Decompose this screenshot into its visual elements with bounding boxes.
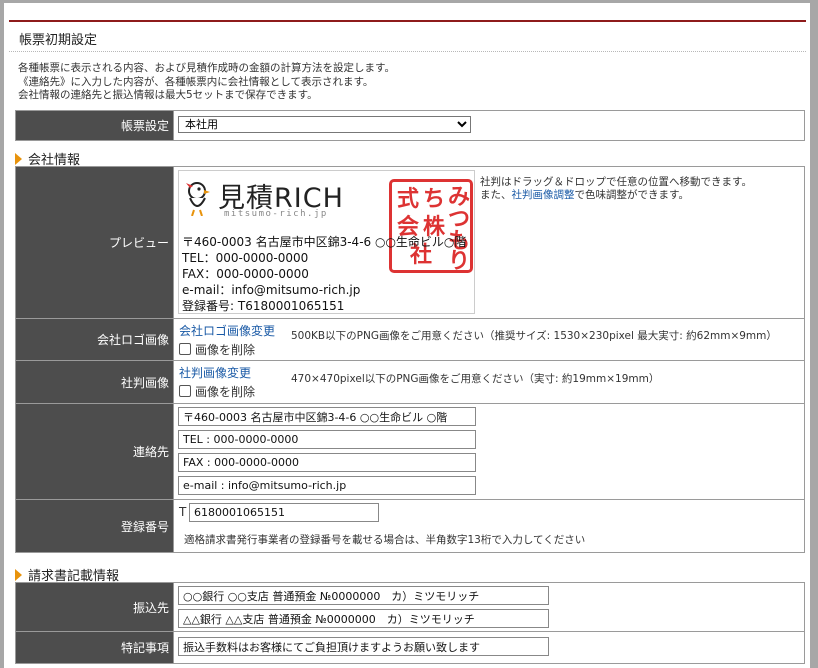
section-arrow-icon — [15, 569, 22, 581]
change-stamp-link[interactable]: 社判画像変更 — [179, 364, 251, 381]
preview-line: 登録番号: T6180001065151 — [182, 299, 345, 313]
contact-address-input[interactable] — [178, 407, 476, 426]
contact-label: 連絡先 — [15, 403, 174, 500]
logo-subtext: mitsumo-rich.jp — [224, 209, 328, 219]
section-arrow-icon — [15, 153, 22, 165]
logo-image-label: 会社ロゴ画像 — [15, 318, 174, 361]
special-notes-label: 特記事項 — [15, 631, 174, 664]
registration-label: 登録番号 — [15, 499, 174, 553]
bank-account-input-2[interactable] — [178, 609, 549, 628]
registration-number-input[interactable] — [189, 503, 379, 522]
company-logo[interactable]: 見積RICH mitsumo-rich.jp — [182, 175, 382, 225]
stamp-image-label: 社判画像 — [15, 360, 174, 404]
description-line: 《連絡先》に入力した内容が、各種帳票内に会社情報として表示されます。 — [18, 75, 374, 88]
special-notes-input[interactable] — [178, 637, 549, 656]
invoice-info-table: 振込先 特記事項 — [15, 582, 805, 664]
delete-stamp-checkbox[interactable] — [179, 385, 191, 397]
page-title-bar: 帳票初期設定 — [9, 20, 806, 52]
stamp-image-cell: 社判画像変更 画像を削除 470×470pixel以下のPNG画像をご用意くださ… — [173, 360, 805, 404]
contact-tel-input[interactable] — [178, 430, 476, 449]
page-title: 帳票初期設定 — [19, 33, 98, 48]
stamp-note-pre: また、 — [480, 189, 512, 201]
preview-line: 〒460-0003 名古屋市中区錦3-4-6 ○○生命ビル○階 — [182, 235, 467, 249]
delete-stamp-checkbox-label[interactable]: 画像を削除 — [179, 383, 255, 400]
delete-stamp-text: 画像を削除 — [195, 385, 256, 399]
preview-contact-lines: 〒460-0003 名古屋市中区錦3-4-6 ○○生命ビル○階 TEL：000-… — [182, 234, 466, 314]
registration-prefix: T — [179, 505, 187, 519]
form-setting-select[interactable]: 本社用 — [178, 116, 471, 133]
bank-label: 振込先 — [15, 582, 174, 632]
registration-hint: 適格請求書発行事業者の登録番号を載せる場合は、半角数字13桁で入力してください — [184, 534, 586, 546]
page-description: 各種帳票に表示される内容、および見積作成時の金額の計算方法を設定します。 《連絡… — [18, 62, 395, 103]
stamp-adjust-link[interactable]: 社判画像調整 — [512, 189, 575, 201]
stamp-hint: 470×470pixel以下のPNG画像をご用意ください（実寸: 約19mm×1… — [291, 373, 660, 385]
form-setting-cell: 本社用 — [173, 110, 805, 141]
stamp-char: 式 — [397, 186, 420, 212]
stamp-note-line: 社判はドラッグ＆ドロップで任意の位置へ移動できます。 — [480, 176, 752, 188]
stamp-note-post: で色味調整ができます。 — [574, 189, 689, 201]
special-notes-cell — [173, 631, 805, 664]
logo-hint: 500KB以下のPNG画像をご用意ください（推奨サイズ: 1530×230pix… — [291, 330, 777, 342]
description-line: 各種帳票に表示される内容、および見積作成時の金額の計算方法を設定します。 — [18, 62, 395, 74]
description-line: 会社情報の連絡先と振込情報は最大5セットまで保存できます。 — [18, 89, 318, 101]
preview-line: e-mail：info@mitsumo-rich.jp — [182, 283, 361, 297]
bird-logo-icon — [186, 182, 210, 216]
stamp-char: つ — [448, 206, 471, 232]
logo-image-cell: 会社ロゴ画像変更 画像を削除 500KB以下のPNG画像をご用意ください（推奨サ… — [173, 318, 805, 361]
preview-label: プレビュー — [15, 166, 174, 319]
registration-cell: T 適格請求書発行事業者の登録番号を載せる場合は、半角数字13桁で入力してくださ… — [173, 499, 805, 553]
stamp-char: ち — [423, 186, 446, 212]
delete-logo-checkbox[interactable] — [179, 343, 191, 355]
delete-logo-text: 画像を削除 — [195, 343, 256, 357]
bank-cell — [173, 582, 805, 632]
stamp-char: み — [448, 184, 471, 210]
preview-line: FAX：000-0000-0000 — [182, 267, 309, 281]
delete-logo-checkbox-label[interactable]: 画像を削除 — [179, 341, 255, 358]
preview-line: TEL：000-0000-0000 — [182, 251, 309, 265]
form-setting-table: 帳票設定 本社用 — [15, 110, 805, 141]
stamp-note-line: また、社判画像調整で色味調整ができます。 — [480, 189, 752, 202]
main-panel: 帳票初期設定 各種帳票に表示される内容、および見積作成時の金額の計算方法を設定し… — [4, 3, 810, 668]
form-setting-label: 帳票設定 — [15, 110, 174, 141]
contact-cell — [173, 403, 805, 500]
company-info-table: プレビュー 見積RICH mitsumo-rich.jp み つ も り ち 株… — [15, 166, 805, 553]
bank-account-input-1[interactable] — [178, 586, 549, 605]
stamp-note: 社判はドラッグ＆ドロップで任意の位置へ移動できます。 また、社判画像調整で色味調… — [480, 176, 752, 202]
contact-email-input[interactable] — [178, 476, 476, 495]
contact-fax-input[interactable] — [178, 453, 476, 472]
preview-box: 見積RICH mitsumo-rich.jp み つ も り ち 株 式 会 社 — [178, 170, 475, 314]
change-logo-link[interactable]: 会社ロゴ画像変更 — [179, 322, 275, 339]
preview-cell: 見積RICH mitsumo-rich.jp み つ も り ち 株 式 会 社 — [173, 166, 805, 319]
